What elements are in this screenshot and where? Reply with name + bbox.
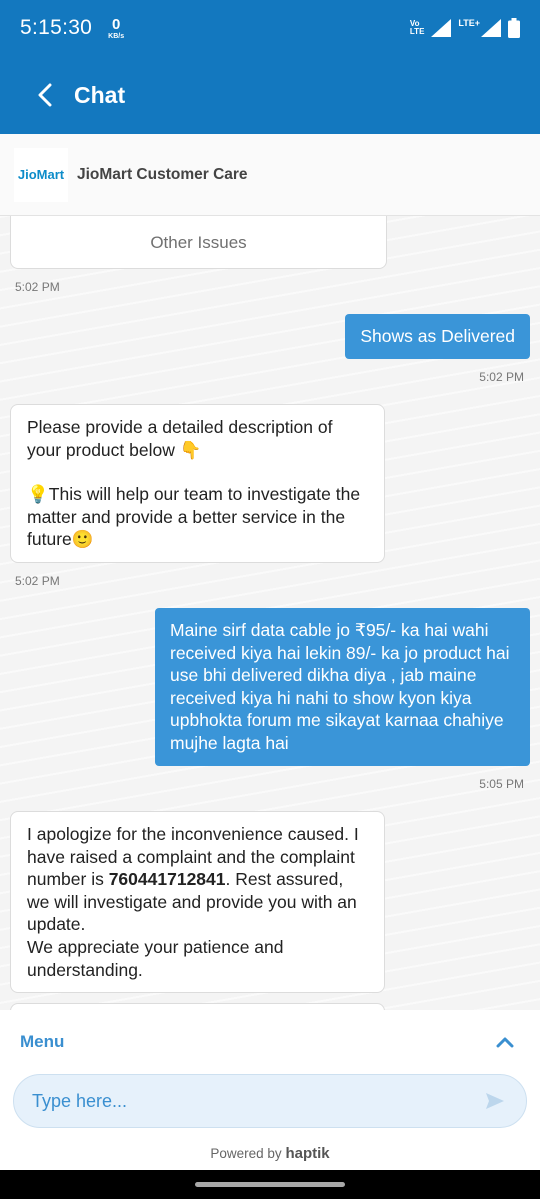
chevron-up-icon[interactable] [490, 1027, 520, 1057]
chat-area[interactable]: Other Issues 5:02 PM Shows as Delivered … [0, 216, 540, 1010]
message-text: I apologize for the inconvenience caused… [27, 823, 368, 936]
agent-name: JioMart Customer Care [77, 165, 248, 183]
message-text: 💡This will help our team to investigate … [27, 484, 361, 550]
agent-logo-text: JioMart [17, 167, 65, 182]
user-message: Shows as Delivered [345, 314, 530, 359]
back-arrow-icon [38, 83, 52, 107]
app-header: Chat [0, 56, 540, 134]
status-time: 5:15:30 [20, 16, 93, 39]
complaint-number: 760441712841 [108, 869, 226, 890]
status-bar: 5:15:30 0 KB/s Vo LTE LTE+ [0, 0, 540, 56]
lte-label: LTE+ [458, 18, 480, 28]
message-text: Shows as Delivered [360, 326, 515, 346]
powered-by: Powered by haptik [0, 1145, 540, 1162]
message-timestamp: 5:02 PM [479, 370, 524, 384]
network-speed-unit: KB/s [108, 32, 125, 40]
signal-icon [431, 19, 452, 37]
message-timestamp: 5:02 PM [15, 280, 60, 294]
network-speed-value: 0 [111, 15, 121, 33]
bot-message: Please provide a detailed description of… [10, 404, 385, 563]
message-timestamp: 5:05 PM [479, 777, 524, 791]
page-title: Chat [74, 81, 126, 108]
haptik-logo: haptik [285, 1145, 330, 1162]
menu-row[interactable]: Menu [0, 1010, 540, 1074]
volte-bottom: LTE [409, 27, 425, 36]
bot-message: I apologize for the inconvenience caused… [10, 811, 385, 994]
user-message: Maine sirf data cable jo ₹95/- ka hai wa… [155, 608, 530, 766]
message-input-wrapper [13, 1074, 527, 1128]
home-handle[interactable] [195, 1182, 345, 1187]
powered-by-label: Powered by [210, 1146, 282, 1161]
navigation-bar [0, 1170, 540, 1199]
message-text: Maine sirf data cable jo ₹95/- ka hai wa… [170, 620, 510, 753]
agent-bar: JioMart JioMart Customer Care [0, 134, 540, 216]
back-button[interactable] [20, 70, 70, 120]
bot-message-partial [10, 1003, 385, 1010]
agent-logo: JioMart [14, 147, 68, 202]
option-other-issues[interactable]: Other Issues [10, 216, 387, 269]
menu-label[interactable]: Menu [20, 1032, 64, 1052]
signal-icon-2 [481, 19, 501, 37]
status-icons: Vo LTE LTE+ [410, 18, 520, 38]
message-text: We appreciate your patience and understa… [27, 936, 284, 980]
message-timestamp: 5:02 PM [15, 574, 60, 588]
network-speed: 0 KB/s [108, 17, 124, 40]
send-icon[interactable] [482, 1088, 508, 1114]
battery-icon [508, 18, 520, 38]
message-text: Please provide a detailed description of… [27, 417, 333, 460]
volte-indicator: Vo LTE [409, 19, 425, 37]
composer-panel: Menu Powered by haptik [0, 1010, 540, 1170]
message-input[interactable] [32, 1090, 482, 1112]
option-label: Other Issues [150, 232, 247, 252]
